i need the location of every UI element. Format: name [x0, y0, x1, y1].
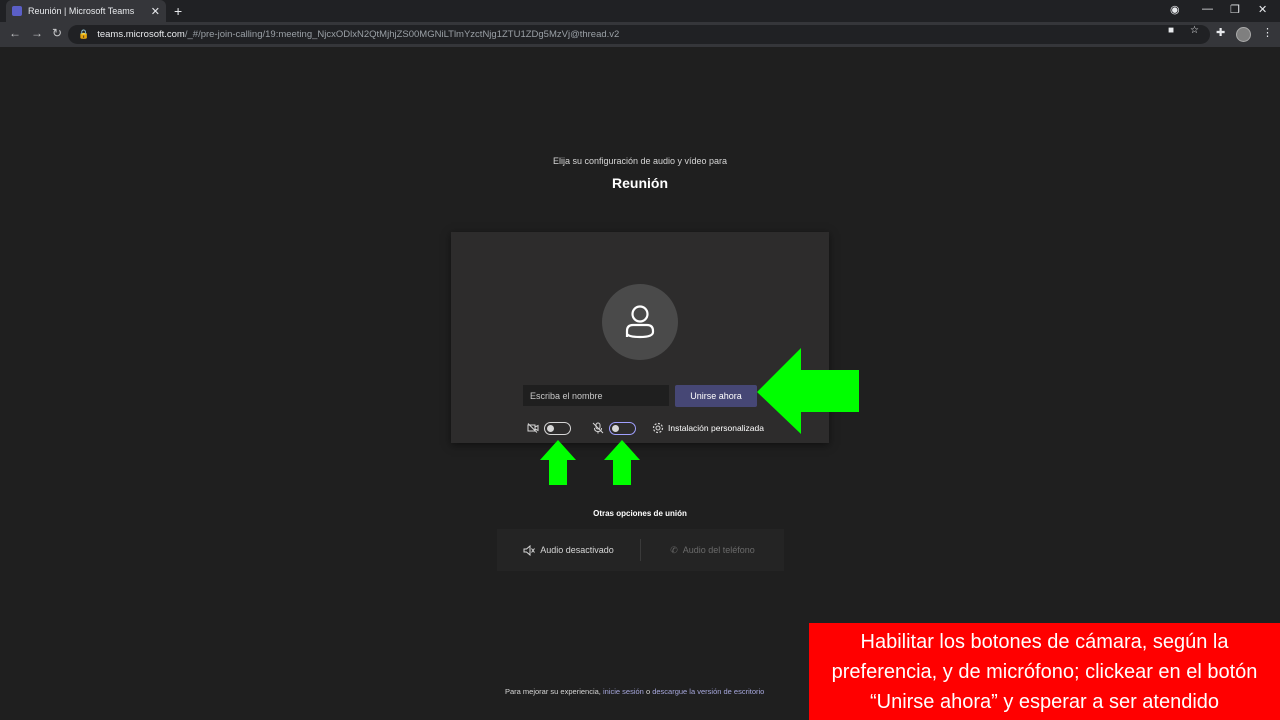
mic-pointer-arrow — [604, 440, 640, 485]
window-close-icon[interactable]: ✕ — [1258, 3, 1267, 16]
instruction-note: Habilitar los botones de cámara, según l… — [809, 623, 1280, 720]
url-path: /_#/pre-join-calling/19:meeting_NjcxODlx… — [184, 29, 620, 40]
minimize-icon[interactable]: — — [1202, 3, 1213, 15]
footer-prefix: Para mejorar su experiencia, — [505, 687, 601, 696]
camera-permission-icon[interactable]: ■ — [1168, 25, 1174, 36]
footer-middle: o — [645, 687, 651, 696]
browser-tab[interactable]: Reunión | Microsoft Teams ✕ — [6, 0, 166, 22]
tab-close-icon[interactable]: ✕ — [151, 5, 160, 18]
phone-audio-option: ✆ Audio del teléfono — [641, 545, 784, 556]
address-bar[interactable]: 🔒 teams.microsoft.com/_#/pre-join-callin… — [68, 25, 1210, 44]
camera-toggle[interactable] — [544, 421, 571, 435]
device-controls: Instalación personalizada — [527, 421, 764, 435]
other-options-title: Otras opciones de unión — [593, 509, 687, 518]
reload-icon[interactable]: ↻ — [52, 26, 62, 40]
join-now-button[interactable]: Unirse ahora — [675, 385, 757, 407]
new-tab-button[interactable]: + — [174, 3, 182, 19]
footer-text: Para mejorar su experiencia, inicie sesi… — [505, 687, 764, 696]
join-pointer-arrow — [757, 348, 859, 434]
gear-icon — [652, 422, 664, 434]
custom-setup-link[interactable]: Instalación personalizada — [668, 423, 764, 433]
avatar — [602, 284, 678, 360]
extensions-puzzle-icon[interactable]: ✚ — [1216, 26, 1225, 39]
sign-in-link[interactable]: inicie sesión — [603, 687, 644, 696]
tab-title: Reunión | Microsoft Teams — [28, 6, 135, 16]
profile-avatar[interactable] — [1236, 27, 1251, 42]
lock-icon: 🔒 — [78, 29, 90, 39]
forward-icon[interactable]: → — [31, 26, 43, 40]
bookmark-star-icon[interactable]: ☆ — [1190, 25, 1199, 36]
camera-toggle-knob — [547, 424, 554, 432]
prejoin-subtitle: Elija su configuración de audio y vídeo … — [552, 156, 728, 166]
phone-audio-label: Audio del teléfono — [682, 545, 755, 555]
person-icon — [625, 305, 655, 339]
speaker-off-icon — [523, 544, 536, 556]
browser-menu-icon[interactable]: ⋮ — [1262, 26, 1273, 39]
restore-icon[interactable]: ❐ — [1230, 3, 1240, 16]
camera-off-icon — [527, 423, 539, 433]
mic-toggle[interactable] — [609, 421, 636, 435]
mic-toggle-knob — [612, 424, 619, 432]
audio-off-label: Audio desactivado — [540, 545, 614, 555]
phone-icon: ✆ — [670, 544, 678, 555]
profile-menu-icon[interactable]: ◉ — [1170, 3, 1180, 16]
audio-off-option[interactable]: Audio desactivado — [497, 544, 640, 556]
browser-tabstrip: Reunión | Microsoft Teams ✕ + ◉ — ❐ ✕ — [0, 0, 1280, 22]
name-input[interactable] — [523, 385, 669, 407]
camera-pointer-arrow — [540, 440, 576, 485]
other-join-options: Audio desactivado ✆ Audio del teléfono — [497, 529, 784, 571]
download-desktop-link[interactable]: descargue la versión de escritorio — [652, 687, 764, 696]
url-host: teams.microsoft.com — [97, 29, 185, 40]
back-icon[interactable]: ← — [9, 26, 21, 40]
meeting-title: Reunión — [612, 175, 668, 191]
teams-favicon-icon — [12, 6, 22, 16]
browser-toolbar: ← → ↻ 🔒 teams.microsoft.com/_#/pre-join-… — [0, 22, 1280, 47]
mic-off-icon — [592, 422, 604, 434]
